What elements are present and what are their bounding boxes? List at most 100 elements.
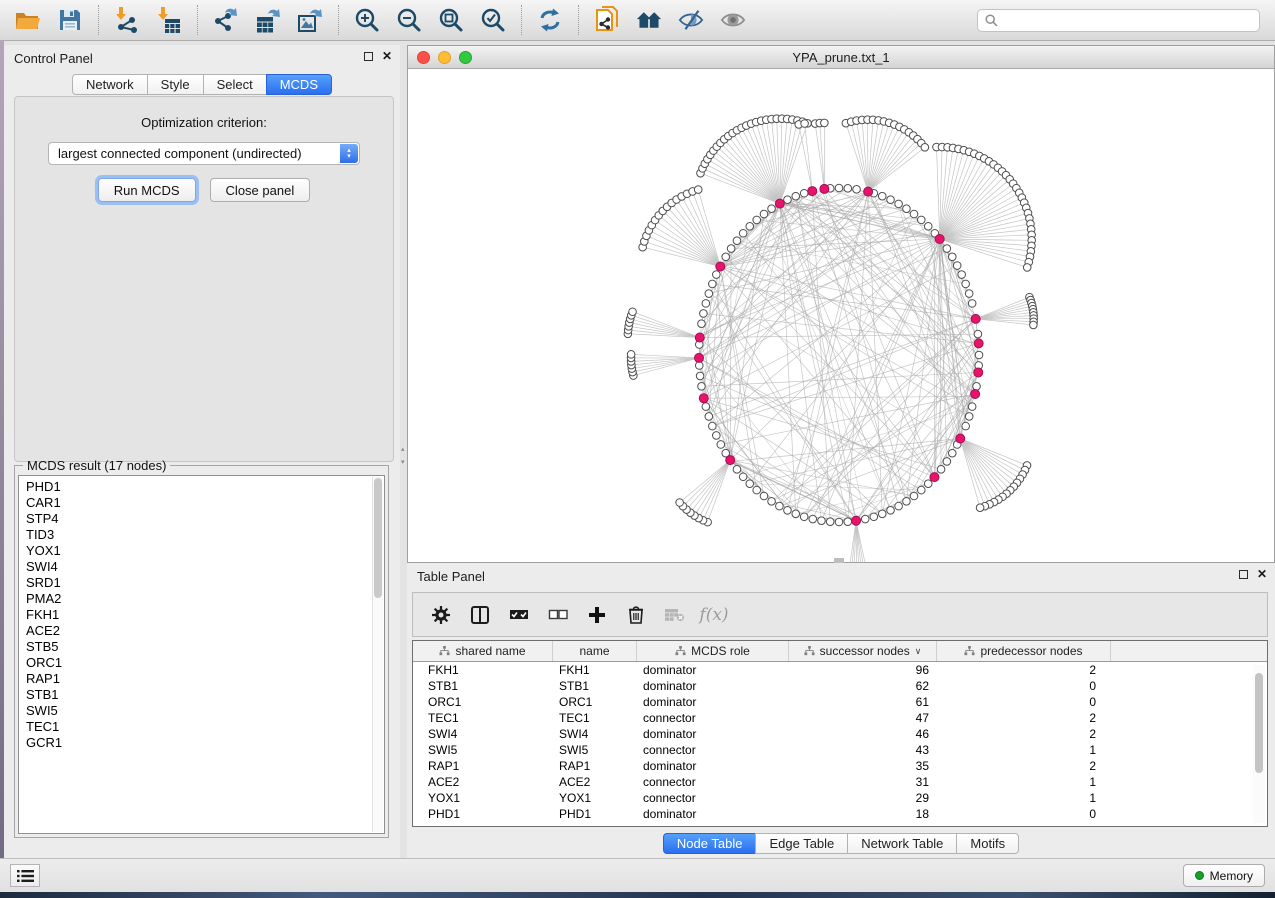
table-row[interactable]: RAP1RAP1dominator352: [413, 758, 1267, 774]
network-node[interactable]: [727, 245, 735, 253]
mcds-result-item[interactable]: STB5: [26, 639, 384, 655]
network-node[interactable]: [835, 184, 843, 192]
tab-node-table[interactable]: Node Table: [663, 833, 757, 854]
network-node[interactable]: [776, 502, 784, 510]
mcds-result-item[interactable]: SRD1: [26, 575, 384, 591]
network-node[interactable]: [709, 280, 717, 288]
network-node[interactable]: [705, 290, 713, 298]
network-node[interactable]: [948, 253, 956, 261]
mcds-hub-node[interactable]: [695, 333, 704, 342]
search-field[interactable]: [977, 9, 1260, 32]
run-mcds-button[interactable]: Run MCDS: [98, 178, 196, 202]
mcds-hub-node[interactable]: [974, 339, 983, 348]
show-columns-icon[interactable]: [468, 603, 492, 627]
network-node[interactable]: [937, 466, 945, 474]
mcds-hub-node[interactable]: [852, 516, 861, 525]
network-node[interactable]: [739, 473, 747, 481]
network-node[interactable]: [694, 186, 702, 194]
network-node[interactable]: [924, 223, 932, 231]
network-node[interactable]: [753, 216, 761, 224]
tab-select[interactable]: Select: [203, 74, 267, 95]
network-node[interactable]: [713, 432, 721, 440]
mcds-list-scrollbar[interactable]: [372, 477, 383, 832]
network-node[interactable]: [887, 196, 895, 204]
table-row[interactable]: ACE2ACE2connector311: [413, 774, 1267, 790]
network-node[interactable]: [698, 382, 706, 390]
network-node[interactable]: [700, 310, 708, 318]
network-node[interactable]: [878, 510, 886, 518]
network-node[interactable]: [760, 210, 768, 218]
close-panel-icon[interactable]: ✕: [382, 51, 392, 61]
zoom-fit-icon[interactable]: [438, 7, 464, 33]
mcds-result-item[interactable]: SWI5: [26, 703, 384, 719]
network-node[interactable]: [962, 422, 970, 430]
window-maximize-icon[interactable]: [459, 51, 472, 64]
save-session-icon[interactable]: [57, 7, 83, 33]
table-row[interactable]: YOX1YOX1connector291: [413, 790, 1267, 806]
network-node[interactable]: [844, 185, 852, 193]
mcds-hub-node[interactable]: [974, 368, 983, 377]
tab-style[interactable]: Style: [147, 74, 204, 95]
network-node[interactable]: [976, 504, 984, 512]
network-node[interactable]: [821, 119, 829, 127]
network-node[interactable]: [676, 499, 684, 507]
table-row[interactable]: PHD1PHD1dominator180: [413, 806, 1267, 822]
mcds-hub-node[interactable]: [971, 314, 980, 323]
network-node[interactable]: [974, 330, 982, 338]
network-node[interactable]: [968, 403, 976, 411]
tab-edge-table[interactable]: Edge Table: [755, 833, 848, 854]
network-node[interactable]: [910, 492, 918, 500]
window-minimize-icon[interactable]: [438, 51, 451, 64]
table-row[interactable]: ORC1ORC1dominator610: [413, 694, 1267, 710]
open-file-icon[interactable]: [15, 7, 41, 33]
network-node[interactable]: [870, 513, 878, 521]
mcds-hub-node[interactable]: [808, 187, 817, 196]
scrollbar-thumb[interactable]: [374, 478, 382, 598]
criterion-select[interactable]: largest connected component (undirected)…: [48, 142, 360, 165]
mcds-result-item[interactable]: GCR1: [26, 735, 384, 751]
network-node[interactable]: [698, 320, 706, 328]
network-node[interactable]: [702, 300, 710, 308]
mcds-hub-node[interactable]: [956, 434, 965, 443]
network-node[interactable]: [910, 210, 918, 218]
network-node[interactable]: [826, 518, 834, 526]
tab-network[interactable]: Network: [72, 74, 148, 95]
network-node[interactable]: [948, 449, 956, 457]
mcds-result-item[interactable]: RAP1: [26, 671, 384, 687]
network-node[interactable]: [753, 486, 761, 494]
home-icon[interactable]: [636, 7, 662, 33]
network-node[interactable]: [1023, 264, 1031, 272]
network-node[interactable]: [722, 253, 730, 261]
table-row[interactable]: TEC1TEC1connector472: [413, 710, 1267, 726]
network-node[interactable]: [818, 517, 826, 525]
float-panel-icon[interactable]: [1239, 570, 1248, 579]
network-node[interactable]: [917, 486, 925, 494]
tab-motifs[interactable]: Motifs: [956, 833, 1019, 854]
network-node[interactable]: [917, 216, 925, 224]
mcds-result-item[interactable]: TID3: [26, 527, 384, 543]
mcds-result-item[interactable]: ACE2: [26, 623, 384, 639]
network-node[interactable]: [903, 498, 911, 506]
table-options-icon[interactable]: [429, 603, 453, 627]
share-document-icon[interactable]: [594, 7, 620, 33]
zoom-in-icon[interactable]: [354, 7, 380, 33]
network-node[interactable]: [733, 466, 741, 474]
mcds-result-item[interactable]: FKH1: [26, 607, 384, 623]
task-history-button[interactable]: [10, 864, 40, 887]
network-node[interactable]: [717, 441, 725, 449]
search-input[interactable]: [1003, 13, 1252, 27]
network-node[interactable]: [924, 480, 932, 488]
network-node[interactable]: [792, 510, 800, 518]
network-node[interactable]: [887, 506, 895, 514]
network-node[interactable]: [903, 205, 911, 213]
network-node[interactable]: [895, 502, 903, 510]
select-all-icon[interactable]: [507, 603, 531, 627]
export-network-icon[interactable]: [213, 7, 239, 33]
network-node[interactable]: [835, 518, 843, 526]
network-node[interactable]: [746, 480, 754, 488]
network-node[interactable]: [629, 308, 637, 316]
network-canvas[interactable]: [408, 69, 1274, 562]
import-table-icon[interactable]: [156, 7, 182, 33]
network-node[interactable]: [768, 205, 776, 213]
network-node[interactable]: [746, 223, 754, 231]
